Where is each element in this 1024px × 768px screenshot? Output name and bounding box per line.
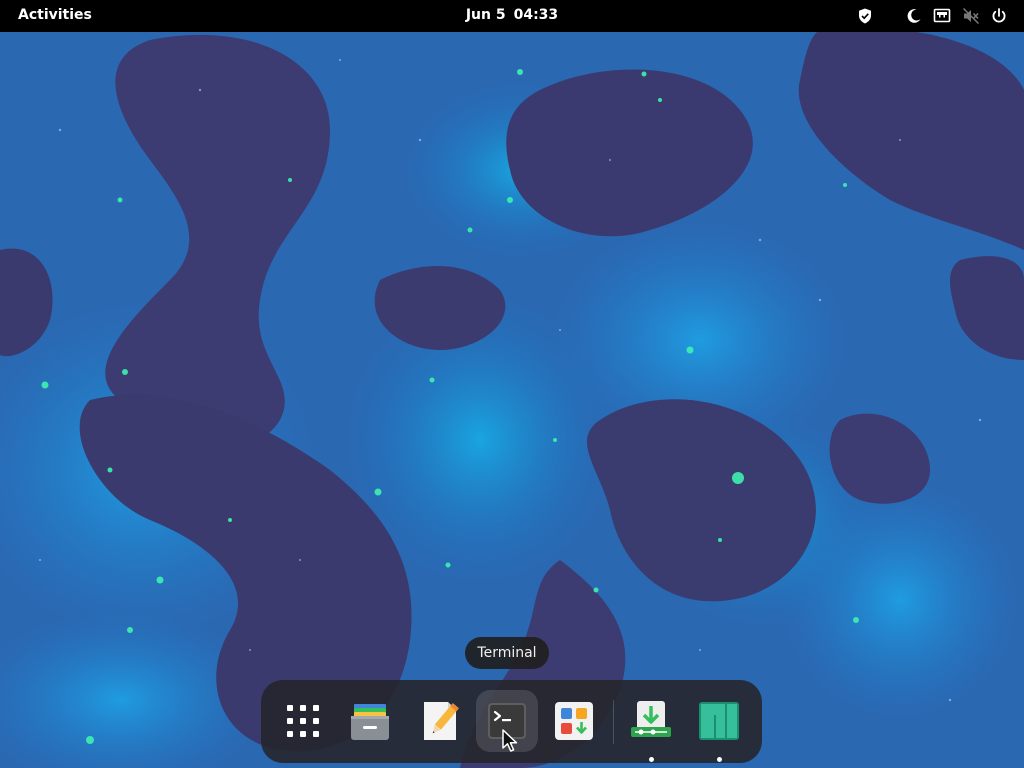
top-bar: Activities Jun 5 04:33 <box>0 0 1024 32</box>
dock-item-text-editor[interactable] <box>409 690 471 752</box>
activities-button[interactable]: Activities <box>18 7 92 23</box>
dock-separator <box>613 700 614 744</box>
desktop[interactable]: Activities Jun 5 04:33 Terminal <box>0 0 1024 768</box>
dock-item-software-updater[interactable] <box>620 690 682 762</box>
clock-button[interactable]: Jun 5 04:33 <box>466 7 558 23</box>
software-updater-icon <box>629 699 673 743</box>
clock-time: 04:33 <box>513 7 559 23</box>
dock <box>261 680 762 763</box>
dock-item-files[interactable] <box>339 690 401 752</box>
clock-date: Jun 5 <box>465 7 506 23</box>
dock-item-terminal[interactable] <box>476 690 538 752</box>
shield-icon[interactable] <box>856 7 874 25</box>
manjaro-logo-icon <box>697 699 741 743</box>
running-indicator <box>649 757 654 762</box>
dock-item-software[interactable] <box>543 690 605 752</box>
terminal-icon <box>485 699 529 743</box>
software-store-icon <box>552 699 596 743</box>
audio-muted-icon[interactable] <box>962 7 980 25</box>
power-icon[interactable] <box>990 7 1008 25</box>
network-wired-icon[interactable] <box>933 7 951 25</box>
dock-item-show-apps[interactable] <box>272 690 334 752</box>
night-light-icon[interactable] <box>905 7 923 25</box>
running-indicator <box>717 757 722 762</box>
dock-tooltip: Terminal <box>465 637 549 669</box>
dock-item-manjaro-settings[interactable] <box>688 690 750 762</box>
text-editor-icon <box>418 699 462 743</box>
file-cabinet-icon <box>348 699 392 743</box>
app-grid-icon <box>281 699 325 743</box>
